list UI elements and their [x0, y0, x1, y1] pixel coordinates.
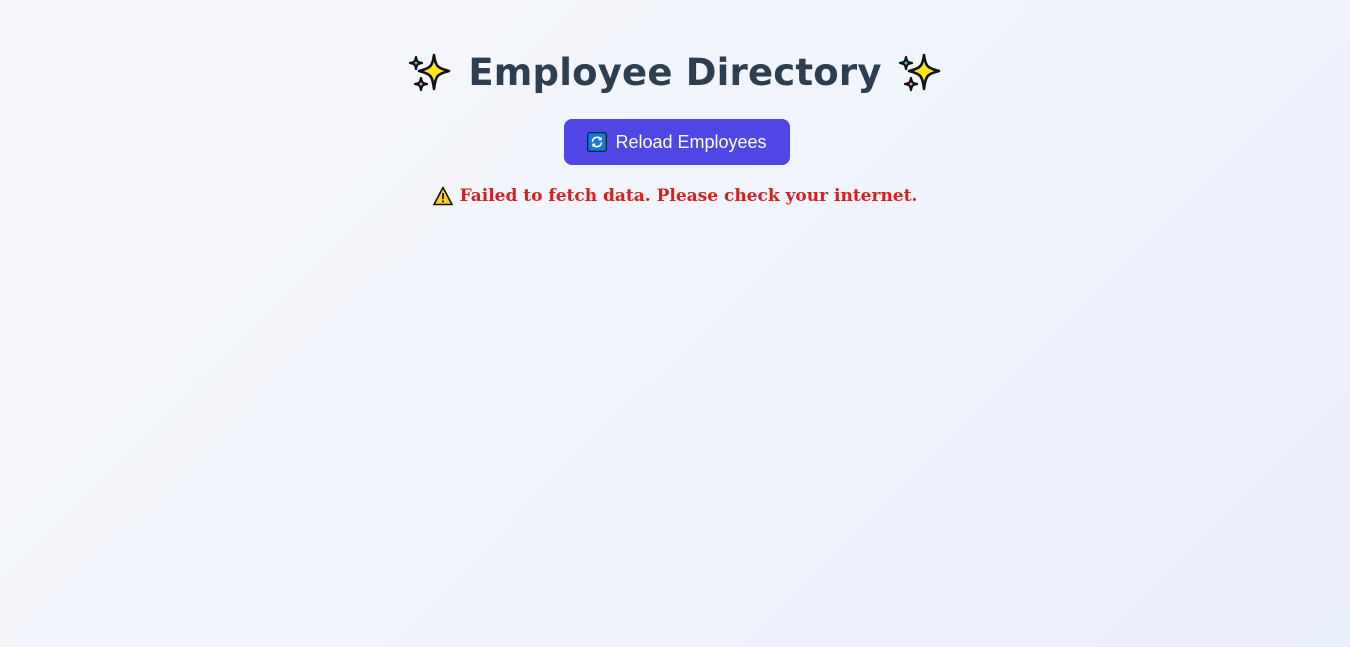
employee-directory-page: Employee Directory Reload Employees Fail… [0, 0, 1350, 647]
page-title: Employee Directory [0, 48, 1350, 98]
sparkles-icon [898, 53, 940, 92]
reload-employees-label: Reload Employees [615, 131, 767, 152]
refresh-icon [587, 132, 608, 152]
sparkles-icon [409, 53, 451, 92]
error-message-text: Failed to fetch data. Please check your … [459, 186, 918, 206]
page-title-text: Employee Directory [468, 51, 882, 94]
reload-employees-button[interactable]: Reload Employees [564, 119, 790, 165]
warning-icon [432, 186, 453, 206]
error-message: Failed to fetch data. Please check your … [0, 186, 1350, 206]
